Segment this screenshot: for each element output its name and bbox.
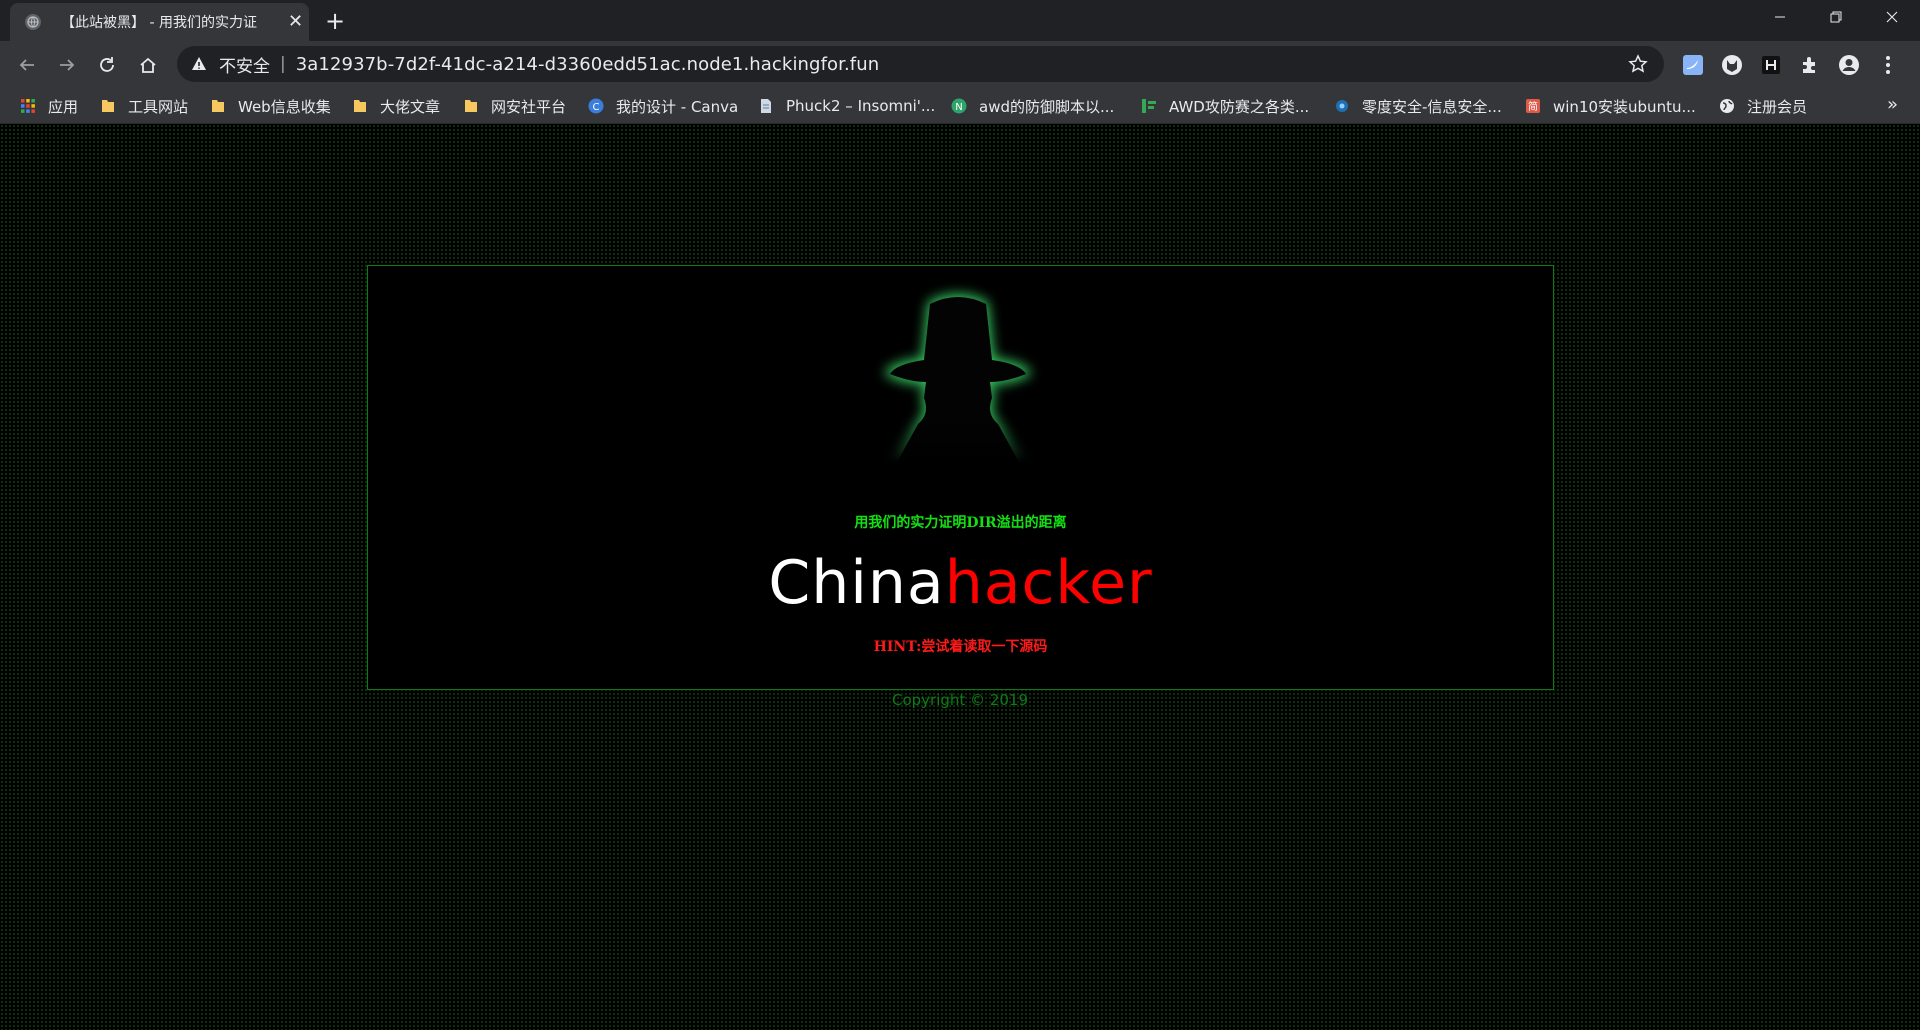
headline-text: 用我们的实力证明DIR溢出的距离 — [854, 515, 1067, 531]
bookmark-folder-articles[interactable]: 大佬文章 — [352, 88, 440, 124]
bookmark-label: 大佬文章 — [380, 97, 441, 116]
bookmark-canva[interactable]: C 我的设计 - Canva — [588, 88, 738, 124]
bookmark-awd-attack[interactable]: AWD攻防赛之各类... — [1141, 88, 1309, 124]
globe-icon — [1719, 98, 1735, 114]
svg-text:C: C — [593, 102, 600, 113]
close-tab-icon[interactable]: ✕ — [288, 13, 303, 31]
home-icon[interactable] — [135, 52, 161, 78]
security-label[interactable]: 不安全 — [219, 52, 270, 77]
bookmark-label: Phuck2 – Insomni'... — [786, 97, 936, 115]
bird-extension-icon[interactable] — [1680, 52, 1706, 78]
brand-title: Chinahacker — [368, 548, 1553, 618]
brand-white-text: China — [768, 548, 945, 618]
bookmark-label: 我的设计 - Canva — [616, 97, 739, 116]
defacement-panel: 用我们的实力证明DIR溢出的距离 Chinahacker HINT:尝试着读取一… — [367, 265, 1554, 690]
bookmarks-bar: 应用 工具网站 Web信息收集 大佬文章 网安社平台 C 我的设计 - Canv… — [0, 88, 1920, 124]
folder-icon — [100, 98, 116, 114]
fox-extension-icon[interactable] — [1719, 52, 1745, 78]
bookmark-zero-security[interactable]: 零度安全-信息安全... — [1334, 88, 1502, 124]
bookmark-apps[interactable]: 应用 — [20, 88, 78, 124]
bookmark-label: 工具网站 — [128, 97, 189, 116]
menu-kebab-icon[interactable] — [1875, 52, 1901, 78]
bookmark-label: 应用 — [48, 97, 79, 116]
bookmark-label: Web信息收集 — [238, 97, 331, 116]
folder-icon — [463, 98, 479, 114]
folder-icon — [352, 98, 368, 114]
bookmark-star-icon[interactable] — [1628, 54, 1648, 78]
bookmark-label: AWD攻防赛之各类... — [1169, 97, 1310, 116]
svg-text:N: N — [955, 102, 962, 113]
browser-toolbar: 不安全 | 3a12937b-7d2f-41dc-a214-d3360edd51… — [0, 41, 1920, 88]
browser-tab[interactable]: 【此站被黑】 - 用我们的实力证 ✕ — [10, 3, 309, 41]
green-bars-icon — [1141, 98, 1157, 114]
bookmark-label: win10安装ubuntu... — [1553, 97, 1696, 116]
bookmark-label: awd的防御脚本以... — [979, 97, 1115, 116]
hackbar-extension-icon[interactable] — [1758, 52, 1784, 78]
bookmark-folder-platform[interactable]: 网安社平台 — [463, 88, 566, 124]
apps-grid-icon — [20, 98, 36, 114]
bookmark-register[interactable]: 注册会员 — [1719, 88, 1807, 124]
address-bar[interactable]: 不安全 | 3a12937b-7d2f-41dc-a214-d3360edd51… — [177, 46, 1664, 82]
extensions-puzzle-icon[interactable] — [1797, 52, 1823, 78]
n-circle-icon: N — [951, 98, 967, 114]
bookmark-win10-ubuntu[interactable]: 简 win10安装ubuntu... — [1525, 88, 1696, 124]
copyright-text: Copyright © 2019 — [891, 691, 1028, 709]
bookmark-phuck2[interactable]: Phuck2 – Insomni'... — [758, 88, 935, 124]
forward-icon[interactable] — [54, 52, 80, 78]
hacker-silhouette-image — [848, 274, 1068, 464]
bookmark-folder-web-info[interactable]: Web信息收集 — [210, 88, 331, 124]
bookmarks-overflow-button[interactable]: » — [1887, 94, 1898, 115]
bookmark-label: 注册会员 — [1747, 97, 1808, 116]
brand-red-text: hacker — [944, 548, 1153, 618]
profile-avatar-icon[interactable] — [1836, 52, 1862, 78]
page-icon — [758, 98, 774, 114]
bookmark-folder-tools[interactable]: 工具网站 — [100, 88, 188, 124]
reload-icon[interactable] — [94, 52, 120, 78]
globe-icon — [25, 14, 41, 30]
bookmark-label: 零度安全-信息安全... — [1362, 97, 1502, 116]
folder-icon — [210, 98, 226, 114]
bookmark-awd-defense[interactable]: N awd的防御脚本以... — [951, 88, 1114, 124]
warning-icon[interactable] — [191, 56, 207, 72]
url-text[interactable]: 3a12937b-7d2f-41dc-a214-d3360edd51ac.nod… — [296, 54, 880, 75]
back-icon[interactable] — [14, 52, 40, 78]
jian-icon: 简 — [1525, 98, 1541, 114]
bookmark-label: 网安社平台 — [491, 97, 567, 116]
restore-icon[interactable] — [1808, 0, 1864, 34]
svg-text:简: 简 — [1528, 100, 1538, 113]
hint-text: HINT:尝试着读取一下源码 — [873, 639, 1048, 655]
minimize-icon[interactable] — [1752, 0, 1808, 34]
page-body: 用我们的实力证明DIR溢出的距离 Chinahacker HINT:尝试着读取一… — [0, 124, 1920, 1030]
tab-title: 【此站被黑】 - 用我们的实力证 — [61, 15, 257, 31]
gear-site-icon — [1334, 98, 1350, 114]
new-tab-icon[interactable]: + — [325, 9, 345, 33]
close-window-icon[interactable] — [1864, 0, 1920, 34]
address-separator: | — [280, 54, 286, 74]
canva-icon: C — [588, 98, 604, 114]
tab-strip: 【此站被黑】 - 用我们的实力证 ✕ + — [0, 0, 1920, 41]
